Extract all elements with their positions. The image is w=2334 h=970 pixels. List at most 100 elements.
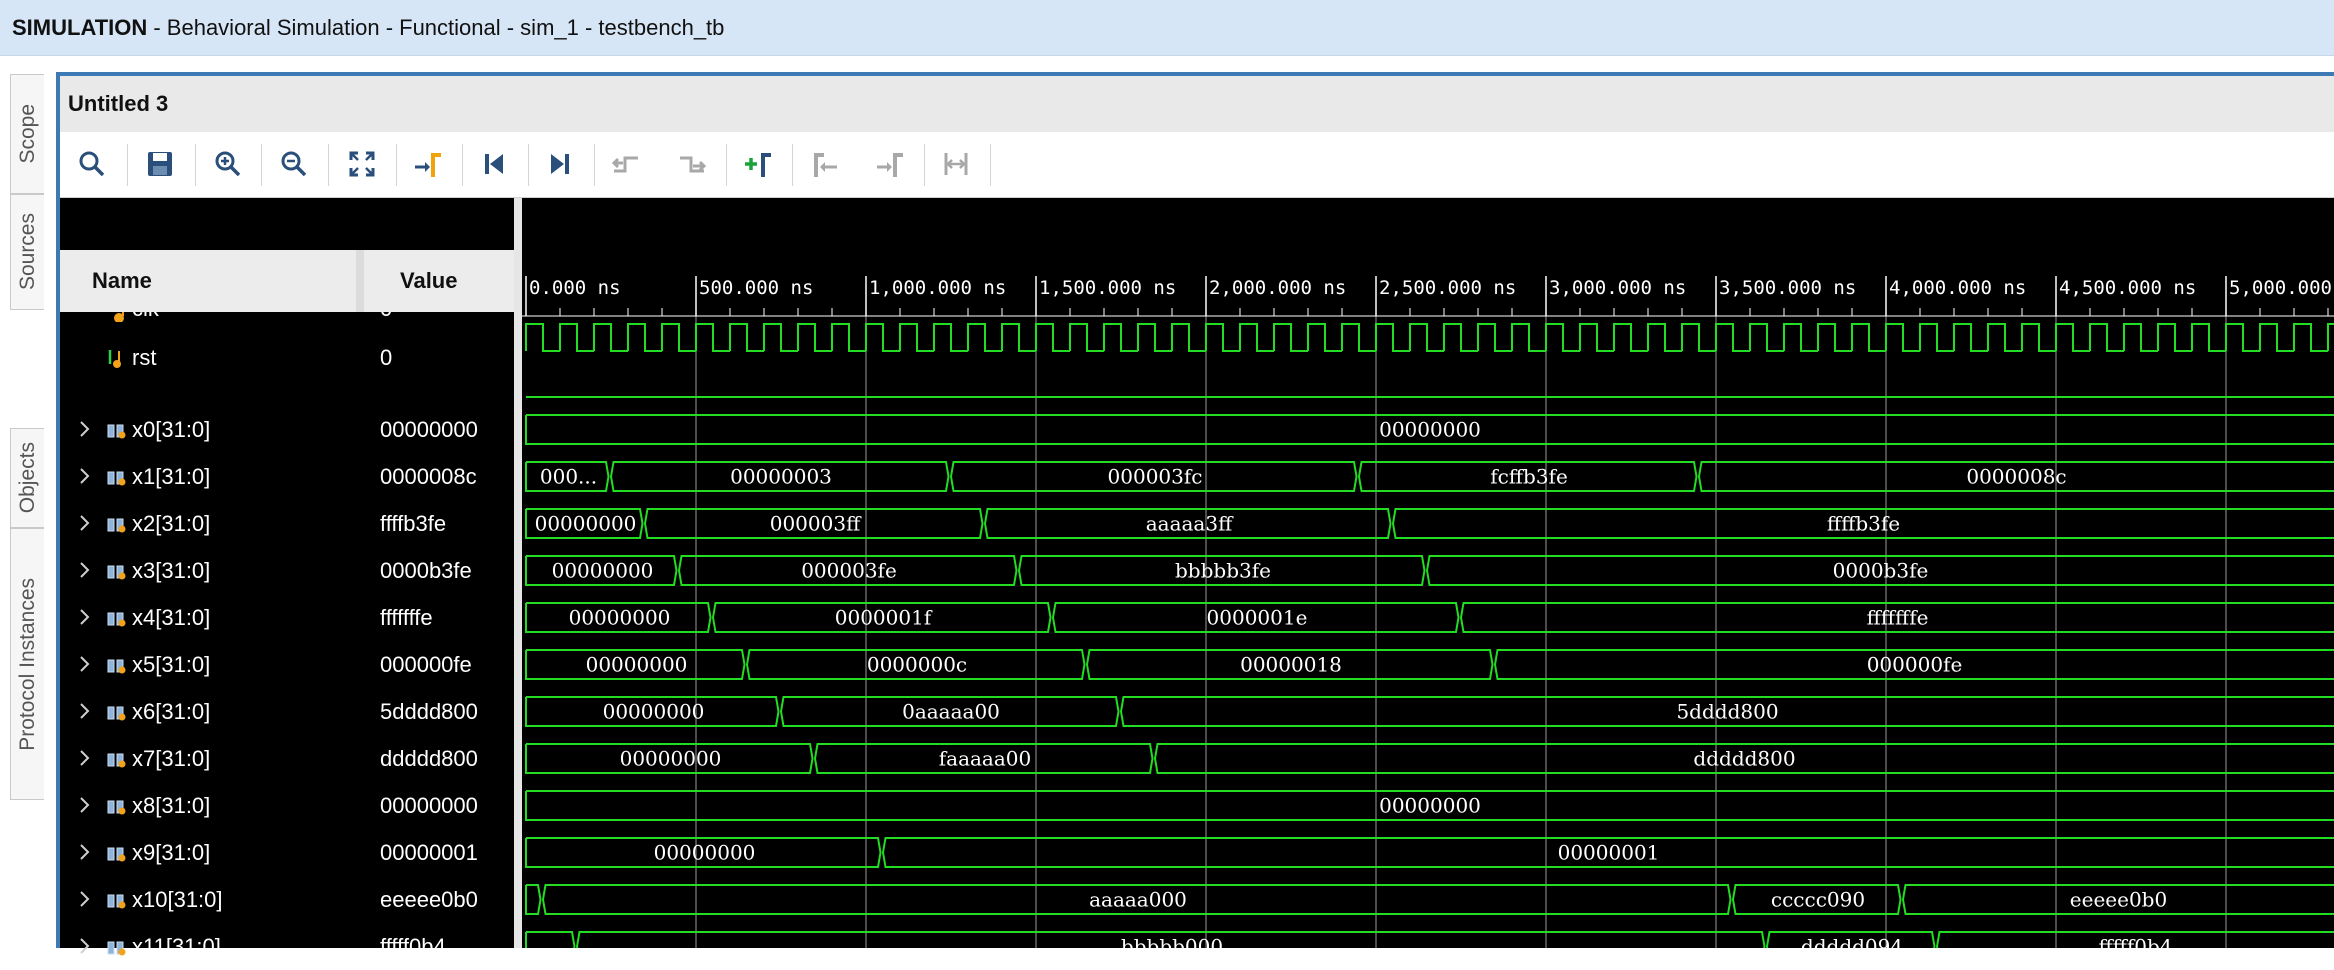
signal-value: fffff0b4 <box>380 933 446 959</box>
bus-value-label: ddddd800 <box>1693 747 1795 771</box>
signal-name: x11[31:0] <box>132 934 221 959</box>
bus-segment <box>525 884 542 915</box>
swap-cursors-icon[interactable] <box>934 142 978 186</box>
bus-signal-icon <box>106 796 128 822</box>
go-to-time-zero-icon[interactable] <box>472 142 516 186</box>
signal-row-x3[interactable]: x3[31:0] <box>60 547 364 594</box>
next-marker-icon[interactable] <box>868 142 912 186</box>
expand-chevron-icon[interactable] <box>78 559 92 587</box>
bus-signal-icon <box>106 749 128 775</box>
signal-value: eeeee0b0 <box>380 886 478 912</box>
bus-value-label: 00000000 <box>1379 794 1481 818</box>
bus-value-label: 0000008c <box>1966 465 2066 489</box>
expand-chevron-icon[interactable] <box>78 653 92 681</box>
ruler-tick-label: 4,500.000 ns <box>2059 277 2196 299</box>
expand-chevron-icon[interactable] <box>78 935 92 963</box>
add-marker-icon[interactable] <box>736 142 780 186</box>
signal-row-x6[interactable]: x6[31:0] <box>60 688 364 735</box>
waveform-panel-title: Untitled 3 <box>60 76 2334 132</box>
pane-splitter[interactable] <box>514 198 522 948</box>
bus-value-label: 5dddd800 <box>1676 700 1778 724</box>
expand-chevron-icon[interactable] <box>78 794 92 822</box>
tab-sources-label: Sources <box>15 213 39 291</box>
signal-value: 00000001 <box>380 839 478 865</box>
search-icon[interactable] <box>70 142 114 186</box>
expand-chevron-icon[interactable] <box>78 512 92 540</box>
signal-row-x10[interactable]: x10[31:0] <box>60 876 364 923</box>
signal-row-rst[interactable]: rst <box>60 334 364 381</box>
clock-signal-icon <box>112 312 132 326</box>
bus-value-label: 000000fe <box>1867 653 1963 677</box>
bus-signal-icon <box>106 655 128 681</box>
zoom-in-icon[interactable] <box>206 142 250 186</box>
bus-value-label: ddddd094 <box>1801 935 1903 949</box>
previous-marker-icon[interactable] <box>802 142 846 186</box>
expand-chevron-icon[interactable] <box>78 841 92 869</box>
signal-name: x1[31:0] <box>132 464 211 489</box>
bus-value-label: eeeee0b0 <box>2070 888 2167 912</box>
ruler-tick-label: 4,000.000 ns <box>1889 277 2026 299</box>
bus-value-label: fffff0b4 <box>2098 935 2172 949</box>
signal-row-x0[interactable]: x0[31:0] <box>60 406 364 453</box>
name-column-resize-handle[interactable] <box>356 250 364 312</box>
go-to-last-time-icon[interactable] <box>538 142 582 186</box>
signal-row-x7[interactable]: x7[31:0] <box>60 735 364 782</box>
signal-row-clk[interactable]: clk 0 <box>60 312 514 326</box>
ruler-tick-label: 2,000.000 ns <box>1209 277 1346 299</box>
signal-row-x1[interactable]: x1[31:0] <box>60 453 364 500</box>
signal-value: 0 <box>380 344 393 370</box>
waveform-canvas[interactable]: 0.000 ns 500.000 ns 1,000.000 ns 1,500.000 … <box>522 198 2334 948</box>
clk-waveform <box>525 323 2334 352</box>
bus-value-label: 000003fc <box>1108 465 1203 489</box>
signal-value: 00000000 <box>380 416 478 442</box>
bus-value-label: 00000000 <box>552 559 654 583</box>
time-ruler: 0.000 ns 500.000 ns 1,000.000 ns 1,500.000 … <box>522 276 2334 317</box>
zoom-out-icon[interactable] <box>272 142 316 186</box>
expand-chevron-icon[interactable] <box>78 465 92 493</box>
signal-row-x4[interactable]: x4[31:0] <box>60 594 364 641</box>
ruler-tick-label: 0.000 ns <box>529 277 621 299</box>
tab-protocol-instances[interactable]: Protocol Instances <box>10 528 44 800</box>
signal-value: 0000b3fe <box>380 557 472 583</box>
signal-name: x6[31:0] <box>132 699 211 724</box>
bus-value-label: 0000000c <box>867 653 967 677</box>
save-icon[interactable] <box>138 142 182 186</box>
bus-signal-icon <box>106 561 128 587</box>
expand-chevron-icon[interactable] <box>78 700 92 728</box>
expand-chevron-icon[interactable] <box>78 888 92 916</box>
signal-row-x11[interactable]: x11[31:0] <box>60 923 364 970</box>
signal-row-x9[interactable]: x9[31:0] <box>60 829 364 876</box>
signal-row-x2[interactable]: x2[31:0] <box>60 500 364 547</box>
signal-name: x9[31:0] <box>132 840 211 865</box>
bus-value-label: 00000000 <box>620 747 722 771</box>
window-title-bar: SIMULATION - Behavioral Simulation - Fun… <box>0 0 2334 56</box>
go-to-cursor-icon[interactable] <box>406 142 450 186</box>
signal-name: x7[31:0] <box>132 746 211 771</box>
ruler-tick-label: 5,000.000 <box>2229 277 2332 299</box>
bus-value-label: 00000000 <box>535 512 637 536</box>
ruler-tick-label: 2,500.000 ns <box>1379 277 1516 299</box>
expand-chevron-icon[interactable] <box>78 606 92 634</box>
ruler-tick-label: 1,500.000 ns <box>1039 277 1176 299</box>
value-column-header[interactable]: Value <box>364 250 514 312</box>
tab-scope-label: Scope <box>15 104 39 164</box>
bus-value-label: fcffb3fe <box>1490 465 1568 489</box>
bus-signal-icon <box>106 420 128 446</box>
signal-value: 0 <box>380 312 392 322</box>
next-transition-icon[interactable] <box>670 142 714 186</box>
expand-chevron-icon[interactable] <box>78 747 92 775</box>
signal-row-x8[interactable]: x8[31:0] <box>60 782 364 829</box>
bus-signal-icon <box>106 467 128 493</box>
bus-signal-icon <box>106 843 128 869</box>
signal-value: ddddd800 <box>380 745 478 771</box>
tab-sources[interactable]: Sources <box>10 194 44 310</box>
tab-scope[interactable]: Scope <box>10 74 44 194</box>
tab-objects[interactable]: Objects <box>10 428 44 528</box>
expand-chevron-icon[interactable] <box>78 418 92 446</box>
name-column-header[interactable]: Name <box>60 250 364 312</box>
zoom-fit-icon[interactable] <box>340 142 384 186</box>
bus-value-label: 00000018 <box>1240 653 1342 677</box>
signal-row-x5[interactable]: x5[31:0] <box>60 641 364 688</box>
previous-transition-icon[interactable] <box>604 142 648 186</box>
bus-value-label: faaaaa00 <box>939 747 1031 771</box>
